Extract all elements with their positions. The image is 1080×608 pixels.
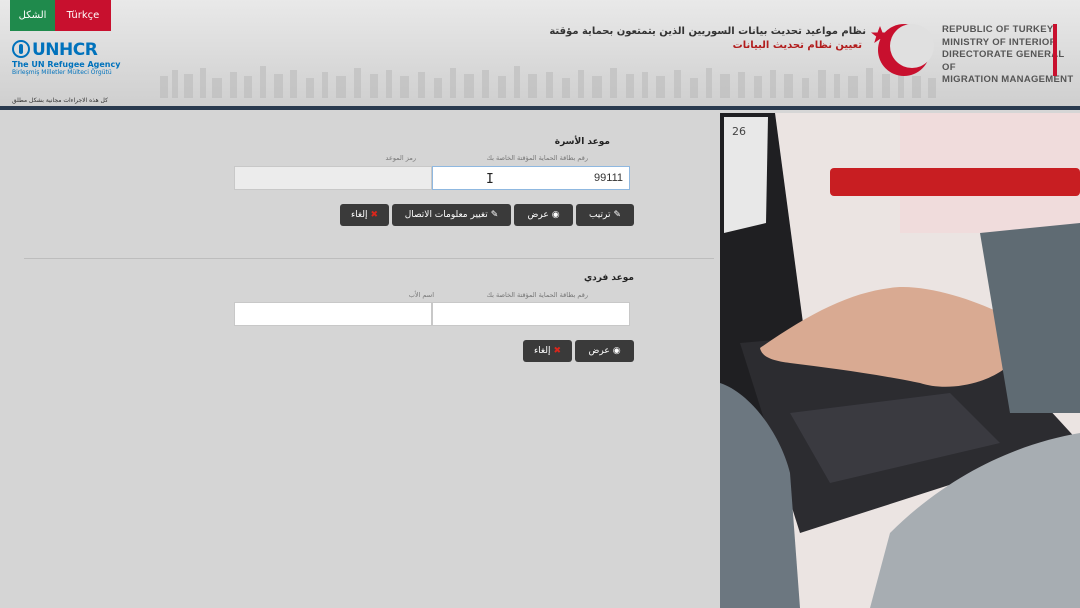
- view-label: عرض: [527, 210, 549, 220]
- individual-view-label: عرض: [588, 346, 610, 356]
- change-contact-label: تغيير معلومات الاتصال: [404, 210, 488, 220]
- arrange-label: ترتيب: [588, 210, 611, 220]
- dgmm-line-4: MIGRATION MANAGEMENT: [942, 74, 1074, 85]
- view-button[interactable]: ◉ عرض: [514, 204, 573, 226]
- individual-view-button[interactable]: ◉ عرض: [575, 340, 634, 362]
- close-icon: ✖: [553, 345, 562, 356]
- unhcr-subtitle-tr: Birleşmiş Milletler Mülteci Örgütü: [12, 69, 112, 76]
- section-divider: [24, 258, 714, 259]
- close-icon: ✖: [370, 209, 379, 220]
- edit-icon: ✎: [613, 209, 622, 220]
- eye-icon: ◉: [551, 209, 560, 220]
- svg-text:26: 26: [732, 125, 746, 138]
- father-name-input[interactable]: [234, 302, 432, 326]
- unhcr-name: UNHCR: [32, 40, 98, 60]
- individual-cancel-button[interactable]: ✖ إلغاء: [523, 340, 572, 362]
- laptop-photo: 26: [720, 113, 1080, 608]
- site-header: الشكل Türkçe UNHCR The UN Refugee Agency…: [0, 0, 1080, 106]
- red-accent-bar: [1053, 24, 1057, 76]
- crowd-silhouette-icon: [160, 66, 936, 98]
- family-appointment-title: موعد الأسرة: [554, 137, 610, 147]
- dgmm-line-3: DIRECTORATE GENERAL OF: [942, 49, 1065, 73]
- family-code-label: رمز الموعد: [385, 154, 416, 162]
- dgmm-line-1: REPUBLIC OF TURKEY: [942, 24, 1054, 35]
- cancel-label: إلغاء: [350, 210, 368, 220]
- appointment-code-input[interactable]: [234, 166, 432, 190]
- change-contact-button[interactable]: ✎ تغيير معلومات الاتصال: [392, 204, 511, 226]
- individual-cancel-label: إلغاء: [533, 346, 551, 356]
- unhcr-logo: UNHCR The UN Refugee Agency Birleşmiş Mi…: [12, 40, 120, 76]
- family-id-label: رقم بطاقة الحماية المؤقتة الخاصة بك: [486, 154, 588, 162]
- dgmm-name: REPUBLIC OF TURKEY MINISTRY OF INTERIOR …: [942, 24, 1080, 87]
- individual-appointment-title: موعد فردي: [583, 273, 634, 283]
- individual-id-label: رقم بطاقة الحماية المؤقتة الخاصة بك: [486, 291, 588, 299]
- pencil-icon: ✎: [490, 209, 499, 220]
- unhcr-subtitle: The UN Refugee Agency: [12, 60, 121, 69]
- dgmm-line-2: MINISTRY OF INTERIOR: [942, 36, 1057, 48]
- individual-id-input[interactable]: [432, 302, 630, 326]
- header-subtitle-arabic: تعيين نظام تحديث البيانات: [732, 40, 862, 51]
- header-title-arabic: نظام مواعيد تحديث بيانات السوريين الذين …: [549, 26, 866, 37]
- arrange-button[interactable]: ✎ ترتيب: [576, 204, 634, 226]
- free-service-notice: كل هذه الاجراءات مجانية بشكل مطلق: [12, 97, 108, 104]
- unhcr-emblem-icon: [12, 40, 30, 58]
- laptop-hands-illustration: 26: [720, 113, 1080, 608]
- family-id-input[interactable]: 99111: [432, 166, 630, 190]
- language-arabic-button[interactable]: الشكل: [10, 0, 55, 31]
- father-name-label: اسم الأب: [408, 291, 434, 299]
- eye-icon: ◉: [612, 345, 621, 356]
- cancel-button[interactable]: ✖ إلغاء: [340, 204, 389, 226]
- crescent-star-logo-icon: [871, 24, 934, 76]
- language-turkish-button[interactable]: Türkçe: [55, 0, 111, 31]
- text-cursor-icon: I: [486, 172, 494, 187]
